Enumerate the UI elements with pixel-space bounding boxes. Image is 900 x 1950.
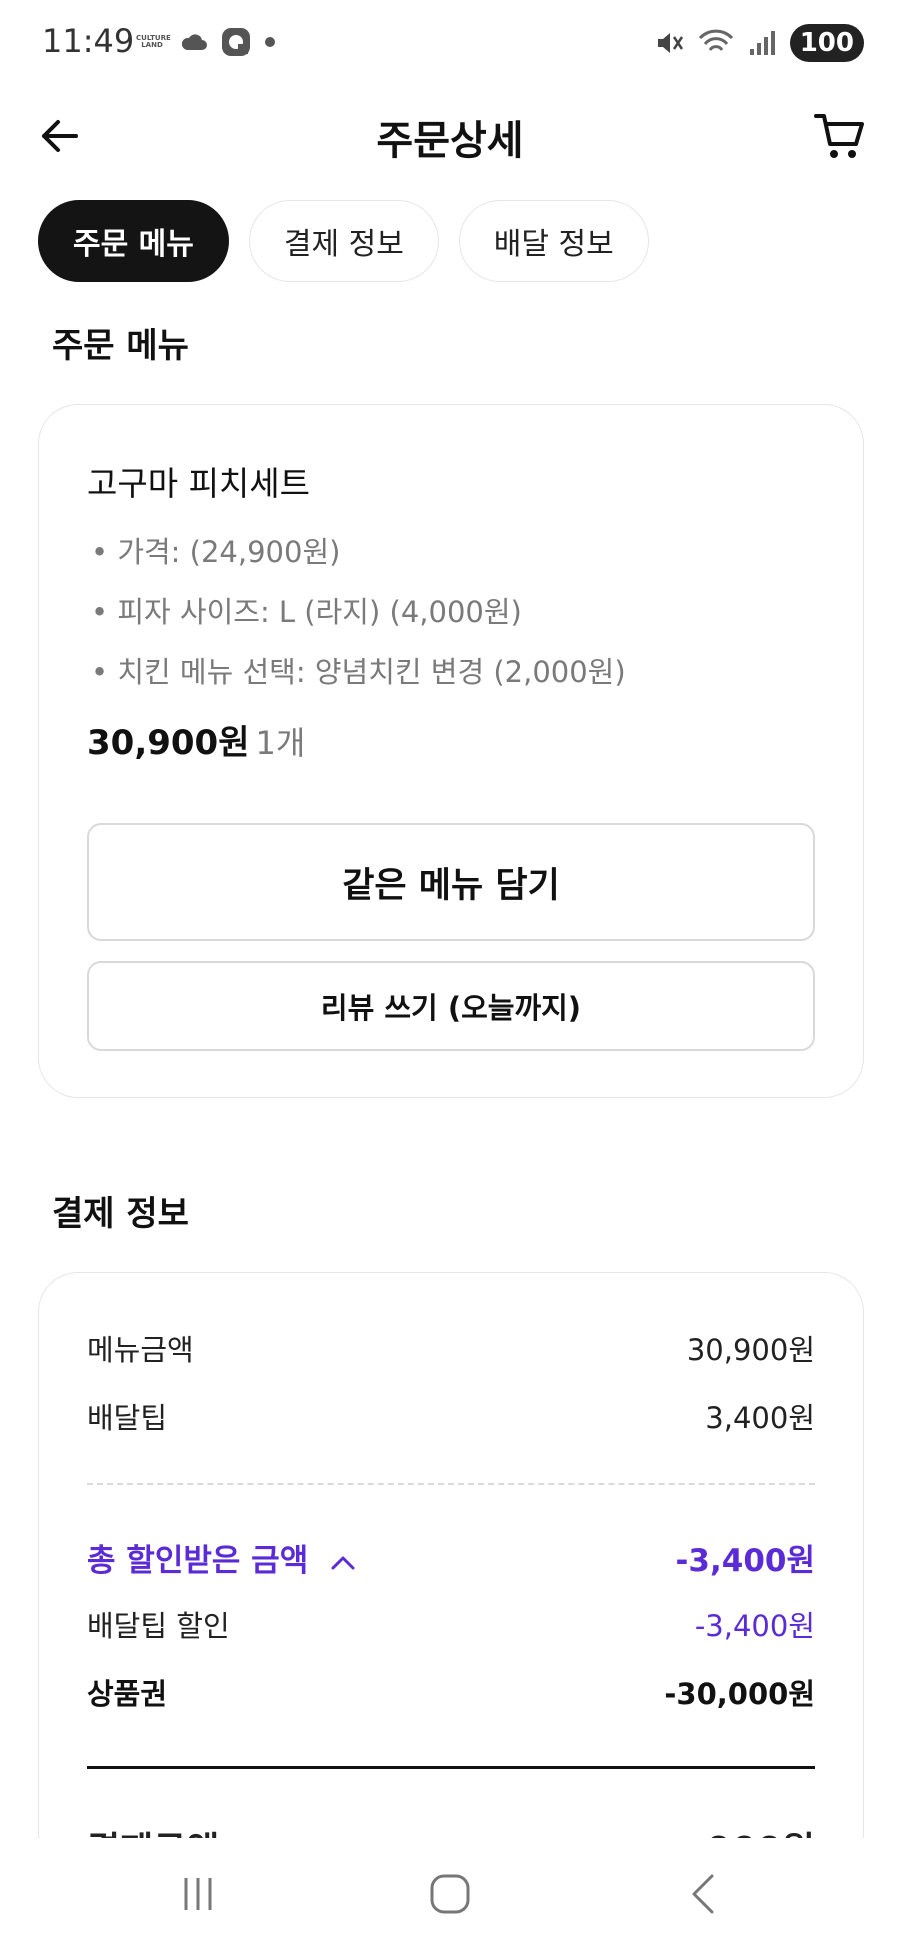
menu-amount-row: 메뉴금액 30,900원 [87,1327,815,1369]
tab-bar: 주문 메뉴 결제 정보 배달 정보 [38,200,649,282]
total-discount-row[interactable]: 총 할인받은 금액 -3,400원 [87,1535,815,1580]
status-left-icons: CULTURE LAND [136,26,276,58]
system-back-button[interactable] [674,1866,734,1922]
signal-icon [749,31,775,55]
dot-icon [265,37,275,47]
total-discount-toggle[interactable]: 총 할인받은 금액 [87,1535,357,1580]
add-same-menu-button[interactable]: 같은 메뉴 담기 [87,823,815,941]
tab-payment-info[interactable]: 결제 정보 [248,200,439,282]
menu-item-name: 고구마 피치세트 [87,464,311,503]
voucher-value: -30,000원 [664,1677,815,1711]
write-review-button[interactable]: 리뷰 쓰기 (오늘까지) [87,961,815,1051]
delivery-tip-row: 배달팁 3,400원 [87,1395,815,1437]
home-button[interactable] [420,1866,480,1922]
menu-amount-value: 30,900원 [686,1333,815,1367]
tip-discount-value: -3,400원 [694,1609,815,1643]
menu-quantity: 1개 [255,724,306,762]
solid-divider [87,1766,815,1769]
delivery-tip-value: 3,400원 [705,1401,815,1435]
page-title: 주문상세 [376,118,524,164]
mute-icon [657,33,683,53]
status-right-icons: 100 [654,24,864,62]
tab-delivery-info[interactable]: 배달 정보 [458,200,649,282]
total-discount-label: 총 할인받은 금액 [87,1543,309,1579]
dashed-divider [87,1483,815,1485]
cart-button[interactable] [812,110,868,162]
recent-apps-button[interactable] [168,1866,228,1922]
payment-section-title: 결제 정보 [52,1194,189,1234]
cart-icon [814,114,864,158]
menu-price-line: 30,900원 1개 [87,715,305,764]
menu-option: • 피자 사이즈: L (라지) (4,000원) [91,595,522,629]
voucher-label: 상품권 [87,1677,168,1711]
status-time: 11:49 [42,22,135,60]
menu-option: • 치킨 메뉴 선택: 양념치킨 변경 (2,000원) [91,655,626,689]
tip-discount-label: 배달팁 할인 [87,1609,230,1643]
menu-option: • 가격: (24,900원) [91,535,341,569]
header: 주문상세 [0,96,900,180]
menu-amount-label: 메뉴금액 [87,1333,194,1367]
cloud-icon [181,34,207,50]
recent-apps-icon [184,1878,212,1910]
menu-price: 30,900원 [87,723,250,763]
voucher-row: 상품권 -30,000원 [87,1671,815,1713]
app-icon [222,28,250,56]
status-bar: 11:49 CULTURE LAND 100 [0,0,900,86]
home-icon [430,1874,470,1914]
culture-land-icon: CULTURE LAND [136,34,171,49]
tab-order-menu[interactable]: 주문 메뉴 [38,200,229,282]
battery-icon: 100 [789,24,864,62]
tip-discount-row: 배달팁 할인 -3,400원 [87,1603,815,1645]
wifi-icon [698,29,733,51]
order-section-title: 주문 메뉴 [52,326,189,366]
delivery-tip-label: 배달팁 [87,1401,168,1435]
back-icon [692,1874,714,1914]
order-menu-card: 고구마 피치세트 • 가격: (24,900원) • 피자 사이즈: L (라지… [38,404,864,1098]
total-discount-value: -3,400원 [675,1543,815,1579]
system-nav-bar [0,1838,900,1950]
chevron-up-icon [331,1556,355,1569]
